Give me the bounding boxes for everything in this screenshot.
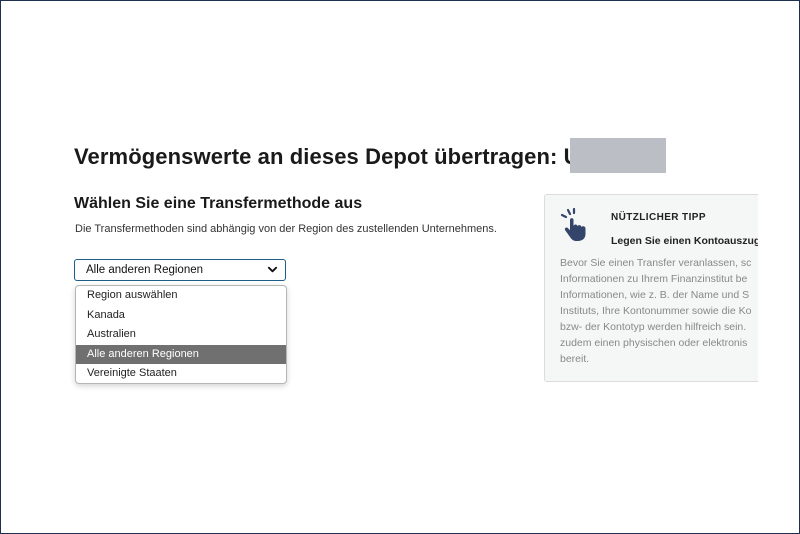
tip-line: Informationen zu Ihrem Finanzinstitut be	[560, 273, 748, 285]
tip-heading: NÜTZLICHER TIPP	[611, 212, 706, 223]
tip-line: Informationen, wie z. B. der Name und S	[560, 289, 750, 301]
tip-line: Instituts, Ihre Kontonummer sowie die Ko	[560, 305, 752, 317]
region-select[interactable]: Alle anderen Regionen	[74, 259, 286, 281]
chevron-down-icon	[267, 266, 278, 273]
region-option-australien[interactable]: Australien	[76, 325, 286, 345]
tip-line: bereit.	[560, 353, 590, 365]
tip-subheading: Legen Sie einen Kontoauszug	[611, 235, 761, 247]
region-option-kanada[interactable]: Kanada	[76, 306, 286, 326]
page-title: Vermögenswerte an dieses Depot übertrage…	[74, 144, 592, 169]
region-option-select[interactable]: Region auswählen	[76, 286, 286, 306]
section-title: Wählen Sie eine Transfermethode aus	[74, 195, 363, 212]
region-select-value: Alle anderen Regionen	[86, 264, 204, 276]
section-description: Die Transfermethoden sind abhängig von d…	[75, 223, 497, 235]
tip-line: zudem einen physischen oder elektronis	[560, 337, 748, 349]
page-frame: Vermögenswerte an dieses Depot übertrage…	[0, 0, 800, 534]
tip-line: Bevor Sie einen Transfer veranlassen, sc	[560, 257, 752, 269]
useful-tip-card: NÜTZLICHER TIPP Legen Sie einen Kontoaus…	[544, 194, 774, 382]
crop-mask	[758, 181, 799, 401]
region-option-vereinigte-staaten[interactable]: Vereinigte Staaten	[76, 364, 286, 383]
tip-line: bzw- der Kontotyp werden hilfreich sein.	[560, 321, 747, 333]
redacted-account-number	[570, 138, 666, 173]
region-option-alle-anderen[interactable]: Alle anderen Regionen	[76, 344, 286, 364]
tip-body: Bevor Sie einen Transfer veranlassen, sc…	[560, 255, 751, 367]
tap-hand-icon	[560, 207, 586, 241]
region-dropdown-list: Region auswählen Kanada Australien Alle …	[75, 285, 287, 384]
